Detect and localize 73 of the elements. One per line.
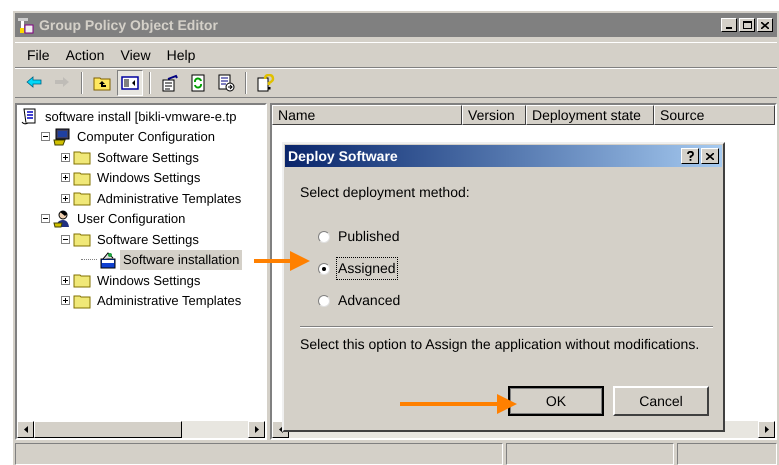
expander-box[interactable]	[61, 276, 70, 285]
tree-item[interactable]: Windows Settings	[94, 168, 204, 188]
question-mark-icon	[686, 151, 694, 161]
description-text: Select this option to Assign the application without modifications.	[300, 335, 700, 354]
pointer-arrow	[254, 251, 310, 271]
computer-icon	[53, 128, 71, 146]
close-icon	[706, 152, 714, 160]
menu-item[interactable]: View	[114, 44, 157, 66]
left-arrow-icon	[24, 426, 28, 433]
panel-icon	[121, 74, 139, 92]
plus-icon	[63, 196, 68, 201]
menu-item[interactable]: Help	[160, 44, 202, 66]
user-icon	[53, 210, 71, 228]
minus-icon	[43, 134, 48, 140]
plus-icon	[63, 154, 68, 160]
window-title: Group Policy Object Editor	[39, 16, 218, 35]
dialog-button[interactable]: OK	[508, 386, 604, 416]
scroll-right-button[interactable]	[758, 421, 775, 438]
maximize-button[interactable]	[739, 18, 755, 32]
export-list-icon	[217, 74, 235, 92]
option-label[interactable]: Published	[336, 225, 402, 248]
minus-icon	[63, 236, 68, 242]
plus-icon	[63, 298, 68, 304]
horizontal-scrollbar[interactable]	[17, 421, 265, 438]
properties-icon	[161, 74, 179, 92]
expander-box[interactable]	[41, 132, 50, 142]
expander-box[interactable]	[61, 234, 70, 244]
tree-item[interactable]: User Configuration	[74, 209, 188, 228]
tree-item[interactable]: software install [bikli-vmware-e.tp	[42, 106, 240, 126]
right-arrow-icon	[764, 426, 768, 433]
column-header[interactable]: Version	[462, 105, 526, 125]
help-button[interactable]	[681, 148, 699, 164]
expander-box[interactable]	[61, 194, 70, 203]
scroll-left-button[interactable]	[17, 421, 34, 438]
minus-icon	[43, 216, 48, 222]
tree-item[interactable]: Software Settings	[94, 230, 202, 249]
expander-box[interactable]	[61, 152, 70, 162]
column-header[interactable]: Source	[654, 105, 775, 125]
tree-item[interactable]: Administrative Templates	[94, 188, 244, 208]
tree-item[interactable]: Windows Settings	[94, 270, 204, 290]
close-button[interactable]	[701, 148, 719, 164]
toolbar-button[interactable]	[117, 70, 143, 96]
radio-button[interactable]	[318, 294, 330, 306]
dialog-button[interactable]: Cancel	[613, 386, 709, 416]
option-label[interactable]: Assigned	[336, 257, 398, 280]
menu-item[interactable]: Action	[60, 44, 110, 66]
column-header[interactable]: Name	[272, 105, 462, 125]
radio-button[interactable]	[318, 230, 330, 242]
tree-item[interactable]: Administrative Templates	[94, 291, 244, 310]
expander-box[interactable]	[41, 214, 50, 224]
option-label[interactable]: Advanced	[336, 289, 402, 312]
dialog-title: Deploy Software	[288, 146, 398, 166]
tree-item[interactable]: Computer Configuration	[74, 127, 218, 146]
package-icon	[99, 250, 117, 269]
close-button[interactable]	[757, 18, 773, 32]
scroll-right-button[interactable]	[248, 421, 265, 438]
right-arrow-icon	[254, 426, 258, 433]
hammer-icon	[17, 16, 35, 34]
refresh-icon	[189, 74, 207, 92]
scroll-thumb[interactable]	[34, 421, 182, 438]
column-header[interactable]: Deployment state	[526, 105, 654, 125]
menu-item[interactable]: File	[21, 44, 56, 66]
tree-item[interactable]: Software installation	[120, 250, 242, 270]
prompt-text: Select deployment method:	[300, 183, 471, 202]
close-icon	[761, 22, 769, 28]
minimize-button[interactable]	[721, 18, 737, 32]
expander-box[interactable]	[61, 296, 70, 306]
plus-icon	[63, 175, 68, 180]
plus-icon	[63, 278, 68, 283]
help-icon	[257, 74, 275, 92]
expander-box[interactable]	[61, 173, 70, 182]
tree-item[interactable]: Software Settings	[94, 148, 202, 167]
radio-button[interactable]	[318, 262, 330, 274]
